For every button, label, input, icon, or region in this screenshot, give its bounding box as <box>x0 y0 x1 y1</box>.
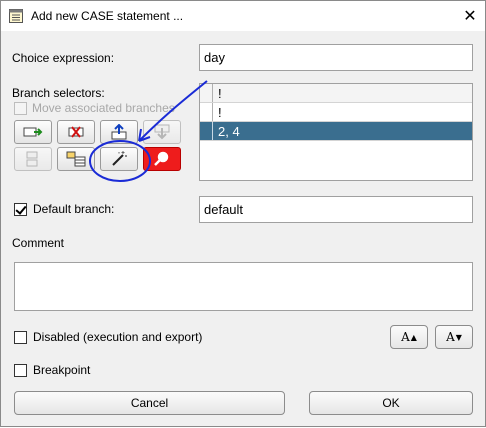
merge-branches-button[interactable] <box>14 147 52 171</box>
move-associated-checkbox[interactable] <box>14 102 27 115</box>
dialog-window: Add new CASE statement ... ✕ Choice expr… <box>0 0 486 427</box>
list-item-selected[interactable]: 2, 4 <box>200 122 472 141</box>
default-branch-value: default <box>204 202 244 217</box>
breakpoint-checkbox[interactable] <box>14 364 27 377</box>
font-larger-letter: A <box>401 330 410 344</box>
add-branch-button[interactable] <box>14 120 52 144</box>
arrow-down-icon: ▼ <box>455 332 462 342</box>
branch-selector-list[interactable]: ! ! 2, 4 <box>199 83 473 181</box>
font-smaller-button[interactable]: A ▼ <box>435 325 473 349</box>
font-larger-button[interactable]: A ▲ <box>390 325 428 349</box>
move-associated-label: Move associated branches <box>32 101 175 115</box>
app-icon <box>9 9 23 23</box>
list-item[interactable]: ! <box>200 103 472 122</box>
magic-wand-button[interactable] <box>100 147 138 171</box>
branch-selectors-label: Branch selectors: <box>12 86 105 100</box>
close-icon: ✕ <box>463 8 477 25</box>
move-down-icon <box>154 124 170 140</box>
merge-branches-icon <box>26 151 38 167</box>
breakpoint-label: Breakpoint <box>33 363 91 377</box>
comment-textarea[interactable] <box>14 262 473 311</box>
search-icon <box>154 151 169 166</box>
split-branch-button[interactable] <box>57 147 95 171</box>
default-branch-checkbox[interactable] <box>14 203 27 216</box>
default-branch-label: Default branch: <box>33 202 115 216</box>
move-up-icon <box>111 124 127 140</box>
add-branch-icon <box>23 127 43 137</box>
cancel-button[interactable]: Cancel <box>14 391 285 415</box>
choice-expression-input[interactable]: day <box>199 44 473 71</box>
move-up-button[interactable] <box>100 120 138 144</box>
font-smaller-letter: A <box>446 330 455 344</box>
choice-expression-value: day <box>204 50 225 65</box>
arrow-up-icon: ▲ <box>410 332 417 342</box>
disabled-label: Disabled (execution and export) <box>33 330 203 344</box>
choice-expression-label: Choice expression: <box>12 51 115 65</box>
title-bar: Add new CASE statement ... ✕ <box>1 1 485 31</box>
remove-branch-icon <box>68 126 84 138</box>
magic-wand-icon <box>112 151 127 166</box>
comment-label: Comment <box>12 236 65 250</box>
window-title: Add new CASE statement ... <box>31 9 184 23</box>
split-branch-icon <box>66 151 86 167</box>
ok-button[interactable]: OK <box>309 391 473 415</box>
disabled-checkbox[interactable] <box>14 331 27 344</box>
move-down-button[interactable] <box>143 120 181 144</box>
search-button[interactable] <box>143 147 181 171</box>
close-button[interactable]: ✕ <box>455 1 485 31</box>
list-item[interactable]: ! <box>200 84 472 103</box>
remove-branch-button[interactable] <box>57 120 95 144</box>
default-branch-input[interactable]: default <box>199 196 473 223</box>
